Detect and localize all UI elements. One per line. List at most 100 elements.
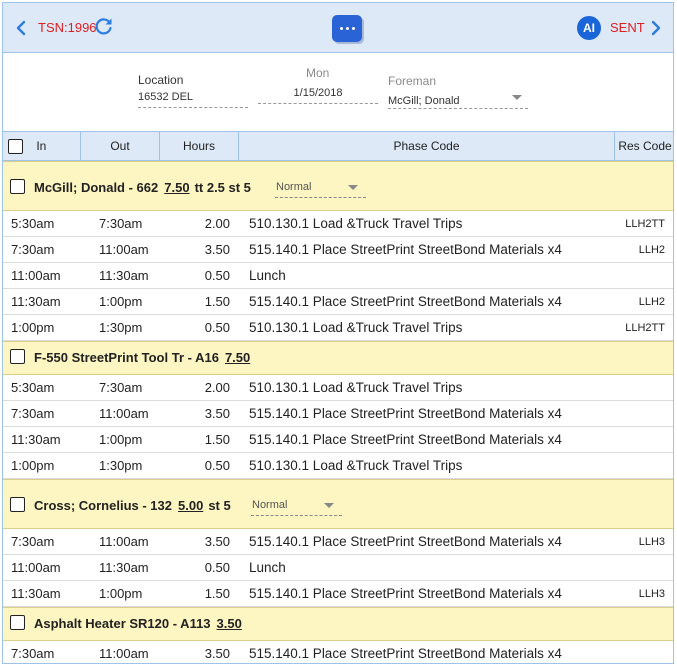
group-hours: 7.50 — [164, 180, 190, 195]
time-entry-row[interactable]: 5:30am 7:30am 2.00 510.130.1 Load &Truck Tr… — [3, 375, 673, 401]
group-hours: 7.50 — [224, 350, 251, 365]
group-title: F-550 StreetPrint Tool Tr - A16 7.50 — [34, 350, 250, 365]
entry-hours: 0.50 — [204, 458, 230, 473]
ai-badge[interactable]: AI — [577, 16, 601, 40]
time-out: 1:00pm — [99, 294, 143, 309]
time-entry-row[interactable]: 11:30am 1:00pm 1.50 515.140.1 Place StreetP… — [3, 289, 673, 315]
sent-status: SENT — [610, 20, 645, 35]
time-in: 11:00am — [11, 560, 61, 575]
res-code: LLH2 — [638, 296, 665, 308]
group-checkbox[interactable] — [10, 497, 25, 512]
entry-hours: 3.50 — [204, 242, 230, 257]
res-code: LLH3 — [638, 588, 665, 600]
phase-code: 515.140.1 Place StreetPrint StreetBond M… — [249, 294, 562, 309]
col-out: Out — [81, 132, 160, 160]
res-code: LLH3 — [638, 536, 665, 548]
time-in: 11:30am — [11, 294, 61, 309]
time-entry-row[interactable]: 1:00pm 1:30pm 0.50 510.130.1 Load &Truck Tr… — [3, 315, 673, 341]
tsn-label: TSN:1996 — [38, 20, 97, 35]
time-entry-row[interactable]: 11:00am 11:30am 0.50 Lunch — [3, 555, 673, 581]
res-code: LLH2TT — [625, 218, 665, 230]
time-out: 11:30am — [99, 268, 149, 283]
chevron-down-icon — [348, 185, 358, 190]
group-checkbox[interactable] — [10, 349, 25, 364]
phase-code: 515.140.1 Place StreetPrint StreetBond M… — [249, 586, 562, 601]
entry-hours: 3.50 — [204, 406, 230, 421]
time-out: 1:30pm — [99, 458, 143, 473]
phase-code: 510.130.1 Load &Truck Travel Trips — [249, 458, 463, 473]
refresh-icon[interactable] — [94, 16, 114, 36]
group-checkbox[interactable] — [10, 615, 25, 630]
pay-type-value: Normal — [252, 499, 288, 511]
chevron-down-icon — [512, 95, 522, 100]
group-header: McGill; Donald - 662 7.50 tt 2.5 st 5 Norma… — [3, 161, 673, 211]
entry-hours: 0.50 — [204, 268, 230, 283]
foreman-select[interactable]: McGill; Donald — [388, 92, 528, 109]
group-header: Cross; Cornelius - 132 5.00 st 5 Normal — [3, 479, 673, 529]
time-entry-row[interactable]: 7:30am 11:00am 3.50 515.140.1 Place StreetP… — [3, 529, 673, 555]
col-hours: Hours — [160, 132, 239, 160]
group-breakdown: tt 2.5 st 5 — [194, 180, 251, 195]
phase-code: 510.130.1 Load &Truck Travel Trips — [249, 380, 463, 395]
time-out: 11:30am — [99, 560, 149, 575]
header-fields: Location 16532 DEL Mon 1/15/2018 Foreman… — [3, 54, 673, 133]
time-in: 5:30am — [11, 380, 55, 395]
entry-hours: 1.50 — [204, 294, 230, 309]
time-entry-row[interactable]: 1:00pm 1:30pm 0.50 510.130.1 Load &Truck Tr… — [3, 453, 673, 479]
entry-hours: 0.50 — [204, 320, 230, 335]
date-field[interactable]: 1/15/2018 — [258, 87, 378, 104]
foreman-label: Foreman — [388, 74, 437, 88]
time-out: 11:00am — [99, 406, 149, 421]
pay-type-select[interactable]: Normal — [251, 499, 342, 516]
time-entry-row[interactable]: 7:30am 11:00am 3.50 515.140.1 Place StreetP… — [3, 237, 673, 263]
location-label: Location — [138, 73, 184, 87]
col-in: In — [3, 132, 81, 160]
pay-type-select[interactable]: Normal — [275, 181, 366, 198]
chevron-down-icon — [324, 503, 334, 508]
location-field[interactable]: 16532 DEL — [138, 91, 248, 108]
column-header: In Out Hours Phase Code Res Code — [3, 131, 673, 161]
phase-code: 515.140.1 Place StreetPrint StreetBond M… — [249, 534, 562, 549]
select-all-checkbox[interactable] — [8, 139, 23, 155]
group-name: McGill; Donald - 662 — [34, 180, 159, 195]
res-code: LLH2 — [638, 244, 665, 256]
group-name: Asphalt Heater SR120 - A113 — [34, 616, 211, 631]
group-name: Cross; Cornelius - 132 — [34, 498, 172, 513]
time-out: 1:00pm — [99, 586, 143, 601]
time-out: 7:30am — [99, 216, 143, 231]
time-out: 11:00am — [99, 534, 149, 549]
back-chevron-icon[interactable] — [15, 19, 29, 37]
col-in-label: In — [36, 139, 47, 153]
time-in: 1:00pm — [11, 458, 55, 473]
time-out: 7:30am — [99, 380, 143, 395]
time-in: 7:30am — [11, 534, 55, 549]
group-breakdown: st 5 — [208, 498, 231, 513]
col-res-code: Res Code — [618, 139, 672, 153]
timesheet-list: McGill; Donald - 662 7.50 tt 2.5 st 5 Norma… — [3, 161, 673, 663]
more-options-button[interactable] — [332, 15, 362, 42]
phase-code: 510.130.1 Load &Truck Travel Trips — [249, 216, 463, 231]
phase-code: 510.130.1 Load &Truck Travel Trips — [249, 320, 463, 335]
time-in: 7:30am — [11, 242, 55, 257]
phase-code: Lunch — [249, 560, 286, 575]
time-entry-row[interactable]: 7:30am 11:00am 3.50 515.140.1 Place StreetP… — [3, 401, 673, 427]
time-entry-row[interactable]: 7:30am 11:00am 3.50 515.140.1 Place StreetP… — [3, 641, 673, 663]
phase-code: 515.140.1 Place StreetPrint StreetBond M… — [249, 432, 562, 447]
phase-code: 515.140.1 Place StreetPrint StreetBond M… — [249, 406, 562, 421]
group-checkbox[interactable] — [10, 179, 25, 194]
forward-chevron-icon[interactable] — [650, 19, 664, 37]
group-hours: 5.00 — [178, 498, 204, 513]
time-entry-row[interactable]: 11:00am 11:30am 0.50 Lunch — [3, 263, 673, 289]
time-in: 11:00am — [11, 268, 61, 283]
res-code: LLH2TT — [625, 322, 665, 334]
entry-hours: 3.50 — [204, 646, 230, 661]
time-in: 1:00pm — [11, 320, 55, 335]
entry-hours: 3.50 — [204, 534, 230, 549]
time-in: 7:30am — [11, 406, 55, 421]
time-entry-row[interactable]: 11:30am 1:00pm 1.50 515.140.1 Place StreetP… — [3, 581, 673, 607]
entry-hours: 2.00 — [204, 380, 230, 395]
group-title: Asphalt Heater SR120 - A113 3.50 — [34, 616, 242, 631]
phase-code: Lunch — [249, 268, 286, 283]
time-entry-row[interactable]: 5:30am 7:30am 2.00 510.130.1 Load &Truck Tr… — [3, 211, 673, 237]
time-entry-row[interactable]: 11:30am 1:00pm 1.50 515.140.1 Place StreetP… — [3, 427, 673, 453]
